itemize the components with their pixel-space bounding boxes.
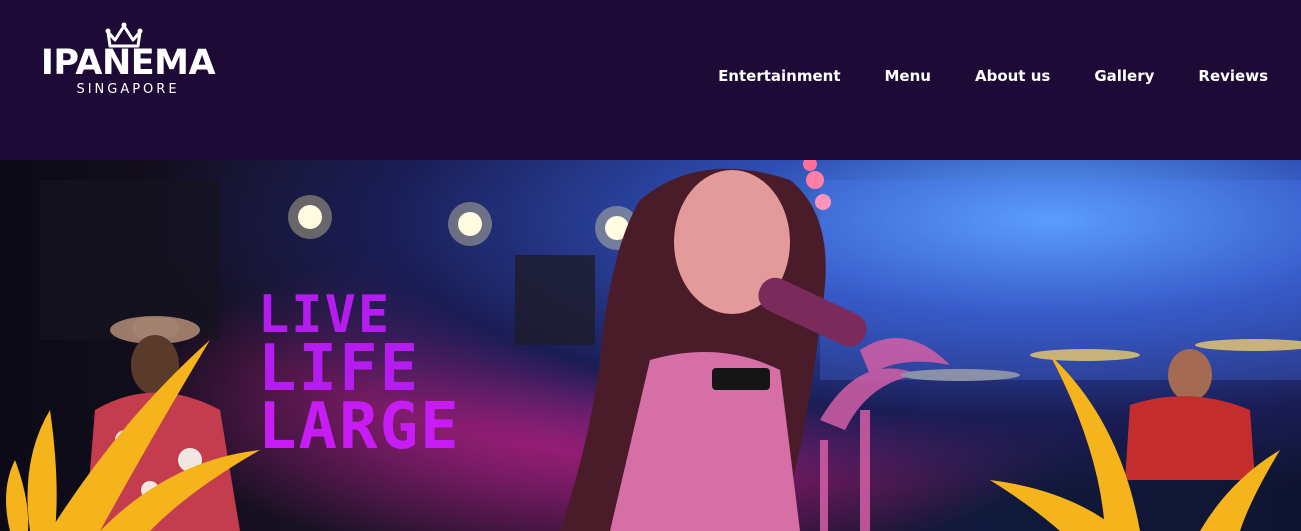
hero-banner: LIVE LIFE LARGE	[0, 160, 1301, 531]
site-header: IPANEMA SINGAPORE Entertainment Menu Abo…	[0, 0, 1301, 160]
main-nav: Entertainment Menu About us Gallery Revi…	[674, 66, 1268, 86]
nav-item-reviews[interactable]: Reviews	[1198, 66, 1268, 86]
hero-photo	[6, 160, 1301, 531]
hero-headline: LIVE LIFE LARGE	[258, 289, 598, 464]
brand-logo[interactable]: IPANEMA SINGAPORE	[18, 22, 238, 102]
hero-headline-line-3: LARGE	[258, 390, 461, 464]
nav-item-entertainment[interactable]: Entertainment	[718, 66, 840, 86]
brand-location: SINGAPORE	[76, 82, 180, 97]
nav-item-menu[interactable]: Menu	[885, 66, 931, 86]
stage-lights	[288, 195, 639, 250]
brand-name: IPANEMA	[40, 43, 216, 83]
nav-item-about-us[interactable]: About us	[975, 66, 1050, 86]
nav-item-gallery[interactable]: Gallery	[1094, 66, 1154, 86]
